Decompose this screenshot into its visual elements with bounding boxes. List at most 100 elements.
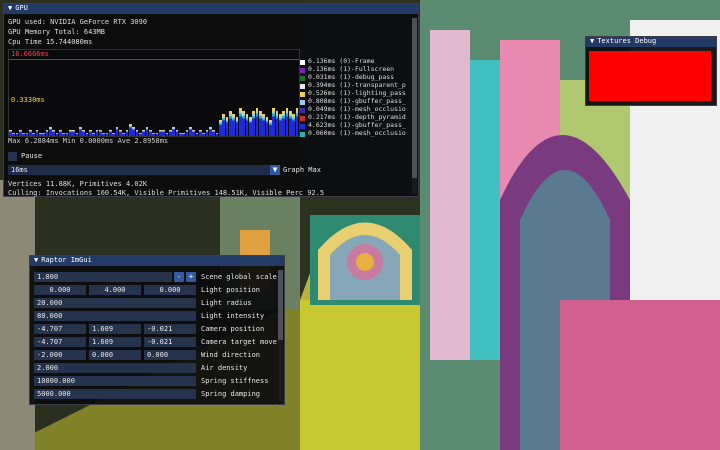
graph-bar <box>135 129 139 136</box>
param-value-field[interactable]: 0.000 <box>34 285 86 295</box>
param-value-field[interactable]: 1.609 <box>89 324 141 334</box>
collapse-arrow-icon[interactable]: ▼ <box>590 37 594 47</box>
graph-bar <box>12 132 16 136</box>
graph-bar <box>239 108 242 136</box>
graph-bar <box>119 129 122 136</box>
graph-bar <box>182 132 186 136</box>
param-value-field[interactable]: 20.000 <box>34 298 196 308</box>
graph-bar <box>152 132 156 136</box>
graph-bar <box>272 108 276 136</box>
raptor-scrollbar[interactable] <box>278 270 283 402</box>
legend-swatch <box>300 107 305 113</box>
legend-swatch <box>300 83 305 89</box>
param-value-field[interactable]: -2.000 <box>34 350 86 360</box>
collapse-arrow-icon[interactable]: ▼ <box>8 4 12 14</box>
graph-bar <box>72 129 76 136</box>
gpu-window[interactable]: ▼ GPU GPU used: NVIDIA GeForce RTX 3090 … <box>3 3 419 197</box>
graph-bar <box>52 129 56 136</box>
graph-bar <box>29 129 32 136</box>
graph-bar <box>149 129 152 136</box>
legend-swatch <box>300 91 305 97</box>
legend-text: 0.049ms (1)-mesh_occlusio <box>308 106 406 114</box>
graph-bar <box>9 129 12 136</box>
param-label: Camera target mover <box>201 338 282 346</box>
legend-swatch <box>300 99 305 105</box>
param-value-field[interactable]: 0.000 <box>89 350 141 360</box>
textures-debug-window[interactable]: ▼ Textures Debug <box>585 36 717 106</box>
param-value-field[interactable]: -4.707 <box>34 324 86 334</box>
legend-text: 6.136ms (0)-Frame <box>308 58 375 66</box>
param-value-field[interactable]: 80.000 <box>34 311 196 321</box>
pause-checkbox[interactable] <box>8 152 17 161</box>
graph-bar <box>122 132 126 136</box>
graph-max-combo[interactable]: 16ms <box>8 165 276 175</box>
param-value-field[interactable]: 4.000 <box>89 285 141 295</box>
combo-dropdown-icon[interactable]: ▼ <box>270 165 280 175</box>
legend-text: 0.136ms (1)-Fullscreen <box>308 66 395 74</box>
graph-bar <box>282 111 286 136</box>
graph-bar <box>95 129 99 136</box>
legend-swatch <box>300 123 305 129</box>
graph-bar <box>232 114 236 136</box>
graph-bar <box>112 132 116 136</box>
culling-text: Culling: Invocations 160.54K, Visible Pr… <box>8 189 325 197</box>
param-label: Scene global scale <box>201 273 277 281</box>
graph-bar <box>85 132 89 136</box>
graph-bar <box>62 132 66 136</box>
legend-swatch <box>300 115 305 121</box>
graph-bar <box>229 111 232 136</box>
raptor-imgui-title: Raptor ImGui <box>41 256 92 265</box>
graph-bar <box>235 117 239 136</box>
param-value-field[interactable]: 0.000 <box>144 285 196 295</box>
graph-bar <box>252 111 256 136</box>
textures-debug-titlebar[interactable]: ▼ Textures Debug <box>586 37 716 47</box>
legend-item: 6.136ms (0)-Frame <box>300 58 416 66</box>
raptor-imgui-window[interactable]: ▼ Raptor ImGui 1.000- + Scene global scale… <box>29 255 285 405</box>
graph-bar <box>145 126 149 136</box>
gpu-window-scrollbar[interactable] <box>412 18 417 194</box>
param-label: Light radius <box>201 299 252 307</box>
graph-bar <box>25 132 29 136</box>
param-value-field[interactable]: 0.000 <box>144 350 196 360</box>
legend-text: 0.060ms (1)-mesh_occlusio <box>308 130 406 138</box>
param-value-field[interactable]: -0.021 <box>144 337 196 347</box>
graph-bar <box>175 129 179 136</box>
param-value-field[interactable]: -4.707 <box>34 337 86 347</box>
gpu-used-text: GPU used: NVIDIA GeForce RTX 3090 <box>8 18 148 26</box>
collapse-arrow-icon[interactable]: ▼ <box>34 256 38 266</box>
legend-item: 0.394ms (1)-transparent_p <box>300 82 416 90</box>
graph-bar <box>199 129 202 136</box>
legend-item: 0.136ms (1)-Fullscreen <box>300 66 416 74</box>
param-value-field[interactable]: 1.000 <box>34 272 172 282</box>
raptor-imgui-titlebar[interactable]: ▼ Raptor ImGui <box>30 256 284 266</box>
legend-item: 0.217ms (1)-depth_pyramid <box>300 114 416 122</box>
graph-bar <box>142 129 146 136</box>
increment-button[interactable]: + <box>186 272 196 282</box>
raptor-scroll-thumb[interactable] <box>278 270 283 340</box>
graph-bar <box>162 129 166 136</box>
graph-bar <box>179 132 182 136</box>
param-value-field[interactable]: 2.000 <box>34 363 196 373</box>
graph-bar <box>155 132 159 136</box>
param-value-field[interactable]: 5000.000 <box>34 389 196 399</box>
legend-text: 0.808ms (1)-gbuffer_pass_ <box>308 98 406 106</box>
gpu-window-titlebar[interactable]: ▼ GPU <box>4 4 418 14</box>
gpu-window-scroll-thumb[interactable] <box>412 18 417 178</box>
param-value-field[interactable]: 1.609 <box>89 337 141 347</box>
decrement-button[interactable]: - <box>174 272 184 282</box>
param-value-field[interactable]: -0.021 <box>144 324 196 334</box>
graph-bar <box>22 132 26 136</box>
graph-bar <box>165 132 169 136</box>
graph-bar <box>79 126 82 136</box>
graph-bar <box>45 129 49 136</box>
legend-swatch <box>300 75 305 81</box>
graph-bar <box>295 108 299 136</box>
graph-bar <box>172 126 176 136</box>
graph-bar <box>42 132 46 136</box>
cpu-time-text: Cpu Time 15.744080ms <box>8 38 93 46</box>
legend-item: 0.808ms (1)-gbuffer_pass_ <box>300 98 416 106</box>
graph-bar <box>242 111 246 136</box>
timing-stats-text: Max 6.2884ms Min 0.0000ms Ave 2.8958ms <box>8 137 169 145</box>
param-value-field[interactable]: 10000.000 <box>34 376 196 386</box>
graph-bar <box>102 132 106 136</box>
